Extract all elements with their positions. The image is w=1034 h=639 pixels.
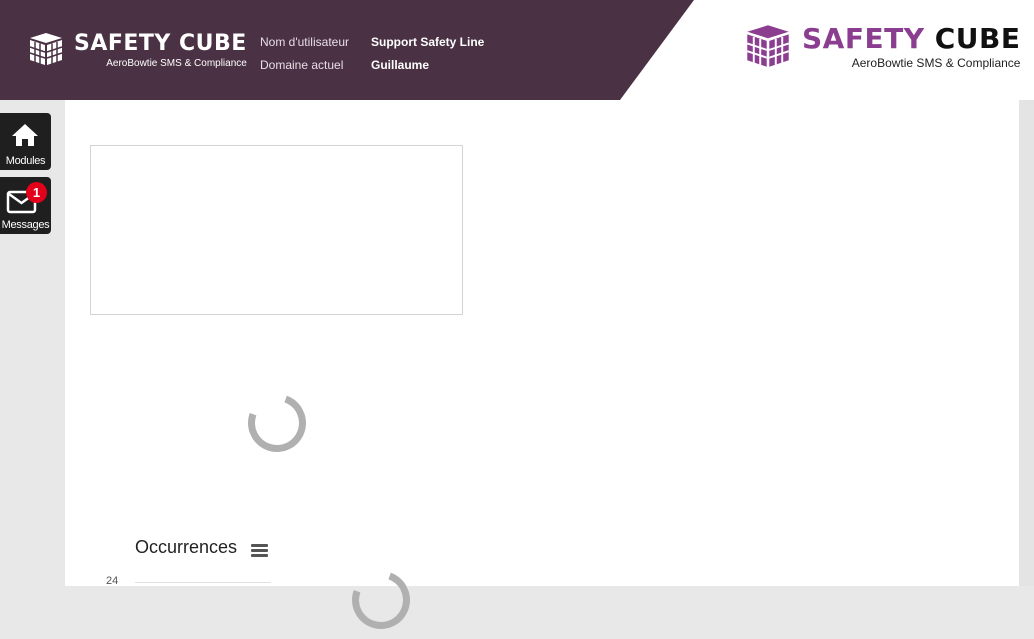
- modules-label: Modules: [5, 155, 46, 167]
- brand-right-part1: SAFETY: [802, 22, 925, 55]
- loading-spinner-icon: [238, 384, 316, 462]
- chart-gridline: [135, 582, 271, 583]
- vertical-scrollbar[interactable]: [1019, 100, 1034, 586]
- brand-right-part2: CUBE: [934, 22, 1021, 55]
- domain-label: Domaine actuel: [260, 58, 344, 72]
- messages-count-badge: 1: [26, 182, 47, 203]
- chart-title: Occurrences: [135, 537, 238, 557]
- y-axis-tick: 24: [106, 575, 119, 587]
- user-info-values: Support Safety Line Guillaume: [371, 31, 484, 77]
- brand-tagline-left: AeroBowtie SMS & Compliance: [106, 58, 247, 69]
- chart-menu-icon[interactable]: [251, 544, 268, 559]
- brand-tagline-right: AeroBowtie SMS & Compliance: [851, 56, 1021, 70]
- messages-label: Messages: [1, 219, 50, 231]
- main-content: Occurrences 24: [65, 100, 1019, 639]
- loading-spinner-icon: [342, 561, 420, 639]
- domain-value: Guillaume: [371, 58, 430, 72]
- username-label: Nom d'utilisateur: [260, 35, 349, 49]
- messages-button[interactable]: 1 Messages: [0, 177, 51, 234]
- modules-button[interactable]: Modules: [0, 113, 51, 170]
- home-icon: [12, 124, 38, 146]
- cube-logo-icon: [746, 25, 790, 67]
- brand-name-left: SAFETY CUBE: [74, 31, 247, 56]
- cube-logo-icon: [29, 33, 63, 65]
- widget-panel: [90, 145, 463, 315]
- logo-right: SAFETY CUBE AeroBowtie SMS & Compliance: [744, 24, 1020, 70]
- logo-left[interactable]: SAFETY CUBE AeroBowtie SMS & Compliance: [28, 32, 247, 69]
- brand-name-right: SAFETY CUBE: [802, 24, 1020, 54]
- username-value: Support Safety Line: [371, 35, 485, 49]
- top-header: SAFETY CUBE AeroBowtie SMS & Compliance …: [0, 0, 1034, 100]
- user-info-labels: Nom d'utilisateur Domaine actuel: [260, 31, 349, 77]
